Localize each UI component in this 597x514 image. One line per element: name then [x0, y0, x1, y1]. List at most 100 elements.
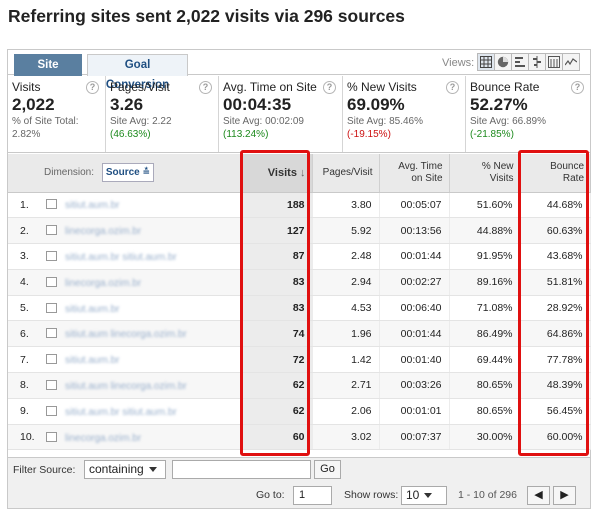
- external-link-icon[interactable]: [46, 354, 57, 365]
- tab-goal-conversion[interactable]: Goal Conversion: [87, 54, 188, 91]
- source-link[interactable]: sitiut.aum.br: [42, 295, 243, 322]
- help-icon[interactable]: ?: [571, 81, 584, 94]
- goto-label: Go to:: [256, 489, 285, 501]
- help-icon[interactable]: ?: [199, 81, 212, 94]
- source-name[interactable]: linecorga.ozim.br: [65, 433, 141, 444]
- column-header-label: Visits: [267, 166, 297, 179]
- prev-page-button[interactable]: ◀: [527, 486, 550, 505]
- comparison-icon: [533, 56, 541, 68]
- external-link-icon[interactable]: [46, 302, 57, 313]
- sparkline-icon: [565, 58, 577, 66]
- goto-input[interactable]: 1: [293, 486, 332, 505]
- avg-time-cell: 00:01:40: [379, 346, 450, 374]
- avg-time-cell: 00:05:07: [379, 192, 450, 219]
- column-header-visits[interactable]: Visits ↓: [242, 154, 313, 193]
- column-header-avg-time[interactable]: Avg. Time on Site: [379, 154, 450, 193]
- source-name[interactable]: sitiut.aum linecorga.ozim.br: [65, 381, 187, 392]
- table-row: 3. sitiut.aum.br sitiut.aum.br 87 2.48 00:01…: [8, 243, 591, 270]
- metric-pages-visit: Pages/Visit 3.26 Site Avg: 2.22 (46.63%)…: [106, 76, 219, 152]
- avg-time-cell: 00:01:44: [379, 320, 450, 348]
- pages-visit-cell: 2.06: [312, 398, 380, 425]
- new-visits-cell: 86.49%: [449, 320, 521, 348]
- column-header-label: on Site: [411, 172, 443, 184]
- source-link[interactable]: sitiut.aum linecorga.ozim.br: [42, 372, 243, 399]
- bounce-rate-cell: 51.81%: [520, 269, 591, 296]
- external-link-icon[interactable]: [46, 199, 57, 210]
- external-link-icon[interactable]: [46, 405, 57, 416]
- metric-sub: Site Avg: 2.22: [110, 116, 172, 127]
- source-name[interactable]: sitiut.aum.br: [65, 304, 119, 315]
- avg-time-cell: 00:03:26: [379, 372, 450, 399]
- source-link[interactable]: sitiut.aum linecorga.ozim.br: [42, 320, 243, 348]
- source-name[interactable]: sitiut.aum.br sitiut.aum.br: [65, 252, 177, 263]
- metric-value: 3.26: [110, 95, 144, 114]
- help-icon[interactable]: ?: [86, 81, 99, 94]
- table-row: 9. sitiut.aum.br sitiut.aum.br 62 2.06 00:01…: [8, 398, 591, 425]
- source-name[interactable]: sitiut.aum.br: [65, 355, 119, 366]
- filter-input[interactable]: [172, 460, 311, 479]
- table-row: 4. linecorga.ozim.br 83 2.94 00:02:27 89.16% 5…: [8, 269, 591, 296]
- new-visits-cell: 80.65%: [449, 398, 521, 425]
- sort-down-arrow-icon: ↓: [300, 166, 306, 179]
- visits-cell: 60: [242, 424, 313, 451]
- row-index: 4.: [8, 269, 42, 296]
- external-link-icon[interactable]: [46, 431, 57, 442]
- show-rows-value: 10: [406, 488, 420, 502]
- source-name[interactable]: sitiut.aum linecorga.ozim.br: [65, 329, 187, 340]
- table-header-row: Dimension: Source ≛ Visits ↓ Pages/Visit…: [8, 154, 591, 193]
- source-name[interactable]: sitiut.aum.br: [65, 200, 119, 211]
- sparkline-view-button[interactable]: [562, 53, 580, 71]
- source-link[interactable]: linecorga.ozim.br: [42, 269, 243, 296]
- metric-sub: Site Avg: 66.89%: [470, 116, 546, 127]
- source-name[interactable]: linecorga.ozim.br: [65, 226, 141, 237]
- filter-mode-select[interactable]: containing: [84, 460, 166, 479]
- tab-site-usage[interactable]: Site Usage: [14, 54, 82, 91]
- column-header-new-visits[interactable]: % New Visits: [449, 154, 521, 193]
- source-link[interactable]: sitiut.aum.br: [42, 346, 243, 374]
- metric-avg-time: Avg. Time on Site 00:04:35 Site Avg: 00:…: [219, 76, 343, 152]
- new-visits-cell: 91.95%: [449, 243, 521, 270]
- table-view-button[interactable]: [477, 53, 495, 71]
- pie-icon: [497, 56, 509, 68]
- new-visits-cell: 51.60%: [449, 192, 521, 219]
- source-link[interactable]: linecorga.ozim.br: [42, 217, 243, 245]
- row-index: 6.: [8, 320, 42, 348]
- metric-change: (46.63%): [110, 129, 151, 140]
- column-header-pages-visit[interactable]: Pages/Visit: [312, 154, 380, 193]
- row-index: 1.: [8, 192, 42, 219]
- visits-cell: 127: [242, 217, 313, 245]
- arrow-right-icon: ▶: [560, 489, 569, 501]
- column-header-bounce-rate[interactable]: Bounce Rate: [520, 154, 591, 193]
- pivot-view-button[interactable]: [545, 53, 563, 71]
- external-link-icon[interactable]: [46, 328, 57, 339]
- metric-value: 00:04:35: [223, 95, 292, 114]
- source-link[interactable]: linecorga.ozim.br: [42, 424, 243, 451]
- source-link[interactable]: sitiut.aum.br sitiut.aum.br: [42, 398, 243, 425]
- pie-view-button[interactable]: [494, 53, 512, 71]
- source-link[interactable]: sitiut.aum.br: [42, 192, 243, 219]
- dimension-select[interactable]: Source ≛: [101, 163, 155, 183]
- pages-visit-cell: 2.48: [312, 243, 380, 270]
- external-link-icon[interactable]: [46, 250, 57, 261]
- external-link-icon[interactable]: [46, 225, 57, 236]
- external-link-icon[interactable]: [46, 276, 57, 287]
- bounce-rate-cell: 60.00%: [520, 424, 591, 451]
- metric-sub: 2.82%: [12, 129, 41, 140]
- go-button[interactable]: Go: [314, 460, 341, 479]
- metric-sub: % of Site Total:: [12, 116, 79, 127]
- source-name[interactable]: sitiut.aum.br sitiut.aum.br: [65, 407, 177, 418]
- visits-cell: 87: [242, 243, 313, 270]
- table-row: 10. linecorga.ozim.br 60 3.02 00:07:37 30.00%…: [8, 424, 591, 451]
- external-link-icon[interactable]: [46, 379, 57, 390]
- comparison-view-button[interactable]: [528, 53, 546, 71]
- avg-time-cell: 00:02:27: [379, 269, 450, 296]
- source-link[interactable]: sitiut.aum.br sitiut.aum.br: [42, 243, 243, 270]
- help-icon[interactable]: ?: [323, 81, 336, 94]
- dimension-label: Dimension:: [44, 167, 95, 179]
- show-rows-select[interactable]: 10: [401, 486, 447, 505]
- next-page-button[interactable]: ▶: [553, 486, 576, 505]
- table-row: 5. sitiut.aum.br 83 4.53 00:06:40 71.08% 28.92…: [8, 295, 591, 322]
- performance-view-button[interactable]: [511, 53, 529, 71]
- source-name[interactable]: linecorga.ozim.br: [65, 278, 141, 289]
- help-icon[interactable]: ?: [446, 81, 459, 94]
